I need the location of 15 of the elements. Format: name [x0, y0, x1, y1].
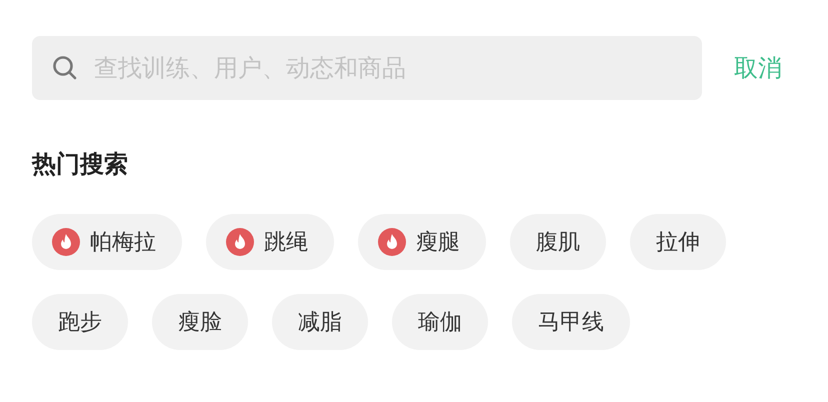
- search-icon: [52, 55, 78, 81]
- search-tag[interactable]: 拉伸: [630, 214, 726, 270]
- search-tag[interactable]: 瘦腿: [358, 214, 486, 270]
- search-tag[interactable]: 瑜伽: [392, 294, 488, 350]
- search-tag[interactable]: 减脂: [272, 294, 368, 350]
- search-tag[interactable]: 腹肌: [510, 214, 606, 270]
- search-tag[interactable]: 马甲线: [512, 294, 630, 350]
- section-title: 热门搜索: [32, 149, 129, 180]
- search-tag[interactable]: 瘦脸: [152, 294, 248, 350]
- search-tag[interactable]: 帕梅拉: [32, 214, 182, 270]
- flame-icon: [226, 228, 254, 256]
- search-tag[interactable]: 跳绳: [206, 214, 334, 270]
- flame-icon: [52, 228, 80, 256]
- flame-icon: [378, 228, 406, 256]
- search-tag[interactable]: 跑步: [32, 294, 128, 350]
